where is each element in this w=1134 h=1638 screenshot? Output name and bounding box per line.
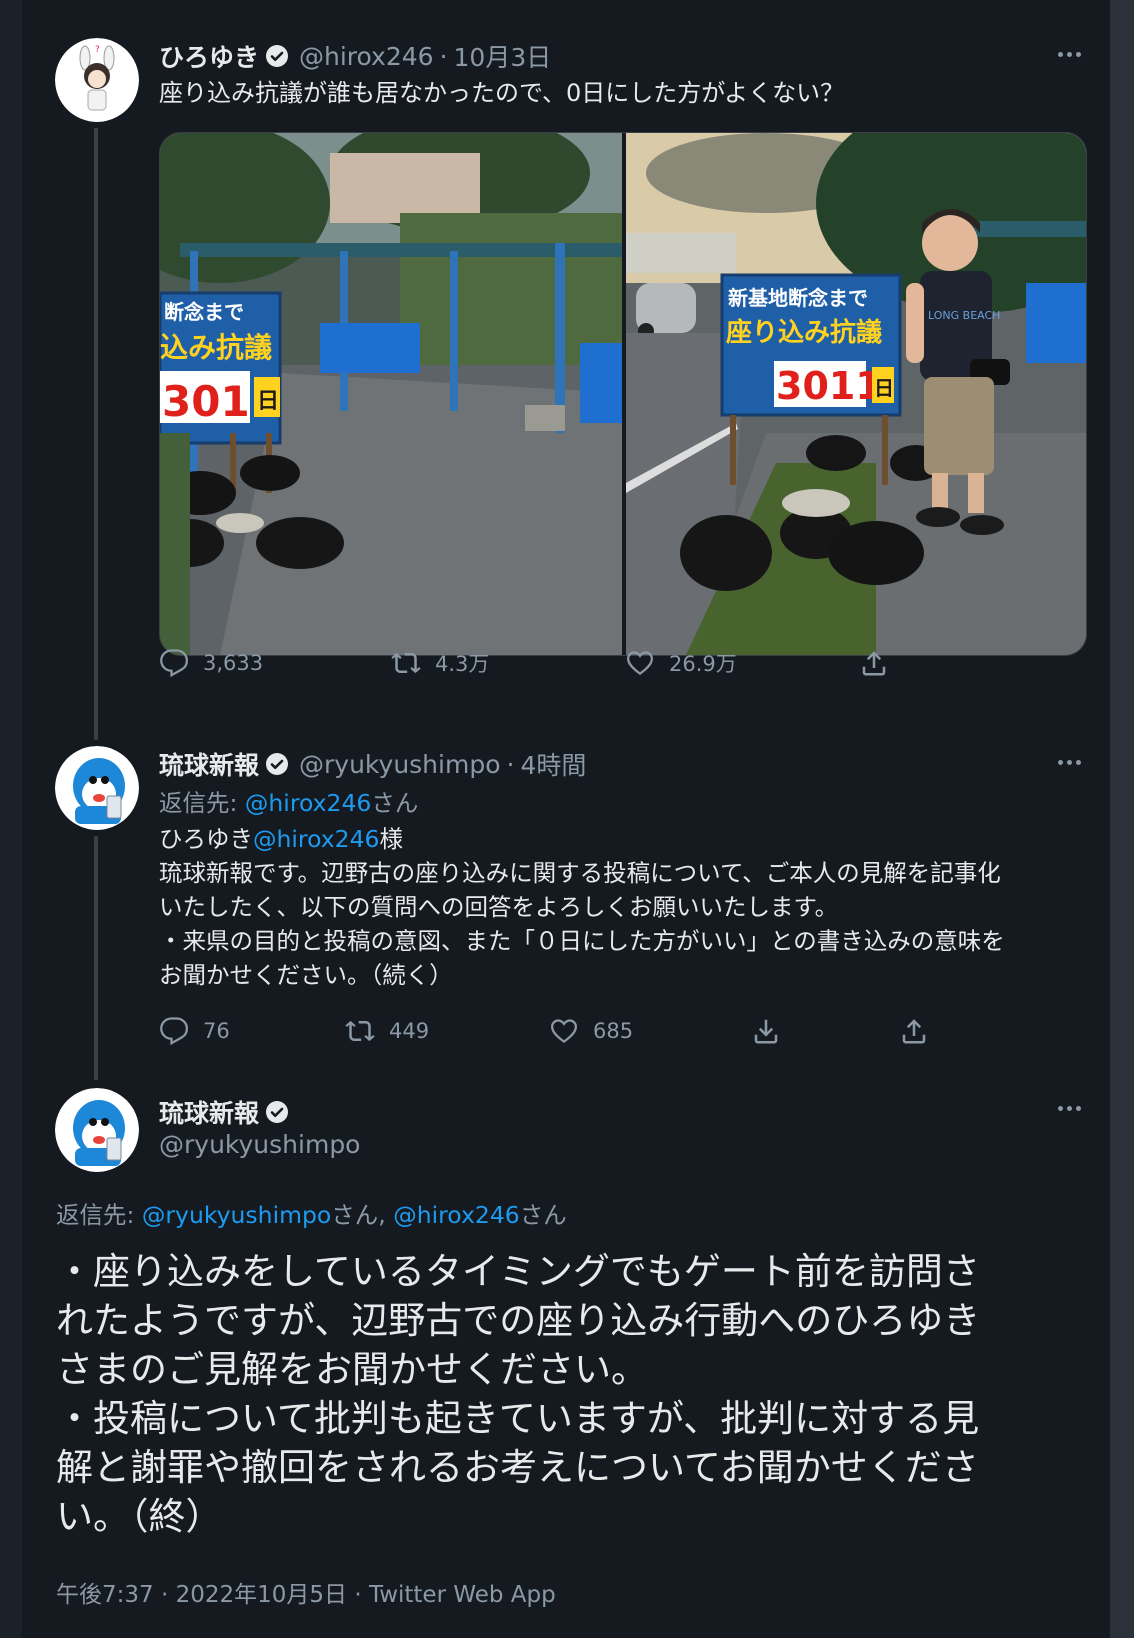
tweet3-timestamp[interactable]: 午後7:37 · 2022年10月5日 · Twitter Web App xyxy=(56,1575,556,1609)
thread-line xyxy=(94,128,98,740)
more-options-icon[interactable] xyxy=(1058,1106,1086,1116)
tweet1-header: ひろゆき @hirox246 · 10月3日 xyxy=(159,38,551,74)
photo-right-sign-number: 3011 xyxy=(776,364,882,408)
tweet-date[interactable]: 4時間 xyxy=(520,746,586,782)
avatar-ryukyushimpo[interactable] xyxy=(55,1088,139,1172)
heart-icon xyxy=(626,651,654,676)
tweet2-actions: 76 449 685 xyxy=(159,1016,926,1050)
tweet1-text: 座り込み抗議が誰も居なかったので、0日にした方がよくない？ xyxy=(159,79,845,107)
like-count: 685 xyxy=(593,1019,634,1043)
reply-prefix: 返信先: xyxy=(56,1201,142,1229)
retweet-button[interactable]: 449 xyxy=(345,1016,429,1046)
thread-line xyxy=(94,836,98,1080)
reply-suffix: さん xyxy=(519,1201,567,1229)
reply-to-link[interactable]: @hirox246 xyxy=(393,1201,520,1229)
verified-badge-icon xyxy=(266,1101,289,1123)
reply-icon xyxy=(160,1017,189,1046)
more-options-icon[interactable] xyxy=(1058,52,1086,62)
reply-icon xyxy=(160,649,189,678)
separator-dot: · xyxy=(506,749,515,779)
reply-prefix: 返信先: xyxy=(159,789,245,817)
like-button[interactable]: 685 xyxy=(549,1016,633,1046)
salutation-suffix: 様 xyxy=(379,825,404,853)
author-handle[interactable]: @hirox246 xyxy=(299,42,434,71)
svg-text:?: ? xyxy=(95,45,100,55)
reply-button[interactable]: 76 xyxy=(159,1016,230,1046)
salutation-name: ひろゆき xyxy=(159,825,253,853)
photo-right[interactable]: 新基地断念まで 座り込み抗議 3011 日 LONG BEACH xyxy=(626,133,1086,655)
tweet3-reply-to: 返信先: @ryukyushimpoさん, @hirox246さん xyxy=(56,1198,567,1232)
tweet3-body: ・座り込みをしているタイミングでもゲート前を訪問さ れたようですが、辺野古での座… xyxy=(56,1250,981,1538)
heart-icon xyxy=(550,1019,578,1044)
separator-dot: · xyxy=(439,41,448,71)
tweet2-salutation: ひろゆき@hirox246様 xyxy=(159,822,403,856)
verified-badge-icon xyxy=(266,753,289,775)
photo-left-sign-unit: 日 xyxy=(257,389,279,414)
photo-left-scene: 断念まで 込み抗議 3011 日 xyxy=(160,133,622,655)
photo-right-sign-line2: 座り込み抗議 xyxy=(726,317,882,348)
reply-button[interactable]: 3,633 xyxy=(159,648,263,678)
download-icon xyxy=(754,1019,778,1044)
share-button[interactable] xyxy=(859,648,903,678)
more-options-icon[interactable] xyxy=(1058,760,1086,770)
like-count: 26.9万 xyxy=(669,652,737,676)
author-handle[interactable]: @ryukyushimpo xyxy=(159,1130,360,1159)
avatar-ryukyushimpo-mascot xyxy=(55,1088,139,1172)
retweet-button[interactable]: 4.3万 xyxy=(391,648,489,678)
avatar-hirox246-illustration: ? xyxy=(55,38,139,122)
mention-link[interactable]: @hirox246 xyxy=(253,825,380,853)
photo-right-shirt: LONG BEACH xyxy=(928,309,1000,322)
tweet1-actions: 3,633 4.3万 26.9万 xyxy=(159,648,919,682)
author-name[interactable]: 琉球新報 xyxy=(159,1094,259,1130)
retweet-icon xyxy=(391,652,421,674)
reply-count: 3,633 xyxy=(203,651,264,675)
author-handle[interactable]: @ryukyushimpo xyxy=(299,750,500,779)
photo-right-sign-unit: 日 xyxy=(874,376,894,400)
tweet-date[interactable]: 10月3日 xyxy=(454,38,552,74)
reply-to-link[interactable]: @ryukyushimpo xyxy=(142,1201,331,1229)
reply-suffix: さん xyxy=(371,789,419,817)
scrollbar-track[interactable] xyxy=(1110,0,1134,1638)
share-button[interactable] xyxy=(899,1016,943,1046)
like-button[interactable]: 26.9万 xyxy=(625,648,737,678)
author-name[interactable]: ひろゆき xyxy=(159,38,259,74)
tweet2-header: 琉球新報 @ryukyushimpo · 4時間 xyxy=(159,746,586,782)
author-name[interactable]: 琉球新報 xyxy=(159,746,259,782)
reply-mid: さん, xyxy=(331,1201,394,1229)
retweet-count: 449 xyxy=(389,1019,430,1043)
avatar-ryukyushimpo-mascot xyxy=(55,746,139,830)
share-icon xyxy=(862,651,886,676)
tweet2-reply-to: 返信先: @hirox246さん xyxy=(159,786,418,820)
reply-count: 76 xyxy=(203,1019,230,1043)
avatar-ryukyushimpo[interactable] xyxy=(55,746,139,830)
photo-left[interactable]: 断念まで 込み抗議 3011 日 xyxy=(160,133,622,655)
tweet2-body: 琉球新報です。辺野古の座り込みに関する投稿について、ご本人の見解を記事化 いたし… xyxy=(159,859,1005,989)
reply-to-link[interactable]: @hirox246 xyxy=(245,789,372,817)
avatar-hirox246[interactable]: ? xyxy=(55,38,139,122)
photo-left-sign-line2: 込み抗議 xyxy=(160,331,272,364)
retweet-count: 4.3万 xyxy=(435,652,490,676)
verified-badge-icon xyxy=(266,45,289,67)
photo-left-sign-line1: 断念まで xyxy=(164,300,244,324)
photo-right-sign-line1: 新基地断念まで xyxy=(728,286,868,310)
tweet3-header: 琉球新報 xyxy=(159,1094,289,1130)
photo-right-scene: 新基地断念まで 座り込み抗議 3011 日 LONG BEACH xyxy=(626,133,1086,655)
tweet1-media[interactable]: 断念まで 込み抗議 3011 日 新基地断念まで 座り込み抗議 3011 日 L… xyxy=(159,132,1087,656)
retweet-icon xyxy=(345,1020,375,1042)
bookmark-button[interactable] xyxy=(751,1016,795,1046)
share-icon xyxy=(902,1019,926,1044)
tweet3-handle-row: @ryukyushimpo xyxy=(159,1130,360,1159)
